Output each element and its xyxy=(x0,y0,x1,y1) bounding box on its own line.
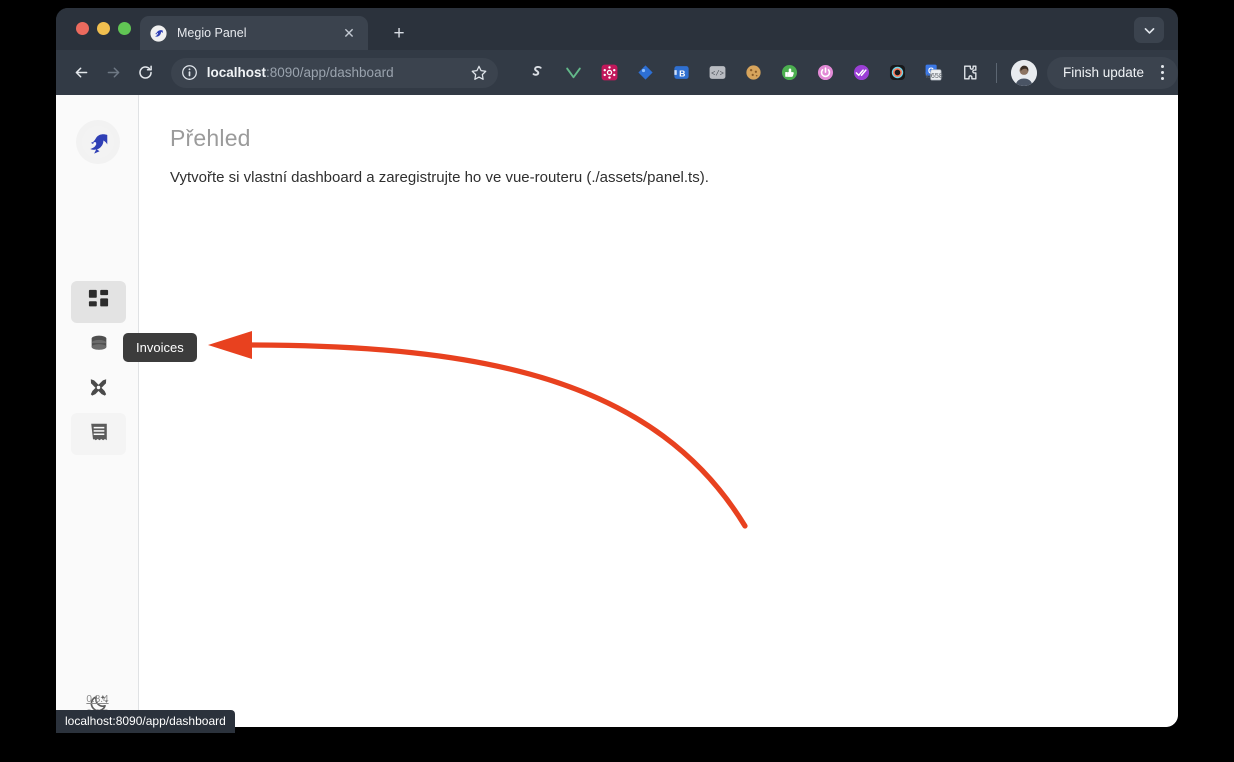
url-path: :8090/app/dashboard xyxy=(265,65,394,80)
cookie-editor-extension-icon[interactable] xyxy=(736,58,772,88)
sidebar-item-tools[interactable] xyxy=(71,369,126,411)
browser-toolbar: localhost:8090/app/dashboard B </> \u658… xyxy=(56,50,1178,95)
close-icon[interactable]: ✕ xyxy=(340,24,358,42)
database-stack-icon xyxy=(88,333,110,360)
google-translate-extension-icon[interactable]: G\u6587 xyxy=(916,58,952,88)
back-button[interactable] xyxy=(68,59,94,87)
toolbar-divider xyxy=(995,62,997,83)
tooltip-invoices: Invoices xyxy=(123,333,197,362)
invoice-list-icon xyxy=(88,421,110,448)
tag-assistant-extension-icon[interactable] xyxy=(628,58,664,88)
extensions-toolbar: B </> G\u6587 xyxy=(520,58,1005,88)
finish-update-button[interactable]: Finish update xyxy=(1046,56,1178,89)
status-bar-link-preview: localhost:8090/app/dashboard xyxy=(56,710,235,733)
window-traffic-lights xyxy=(76,22,131,35)
kebab-menu-icon[interactable] xyxy=(1152,65,1172,80)
browser-window: Megio Panel ✕ + localhost:8090/app/dashb… xyxy=(56,8,1178,727)
grammar-check-extension-icon[interactable] xyxy=(844,58,880,88)
page-subtitle: Vytvořte si vlastní dashboard a zaregist… xyxy=(170,169,709,186)
svg-text:</>: </> xyxy=(712,71,725,79)
sidebar-item-database[interactable] xyxy=(71,325,126,367)
avatar[interactable] xyxy=(1010,59,1037,86)
url-host: localhost xyxy=(206,65,266,80)
reload-button[interactable] xyxy=(132,59,158,87)
tab-strip: Megio Panel ✕ + xyxy=(56,8,1178,50)
vue-devtools-extension-icon[interactable] xyxy=(556,58,592,88)
forward-button[interactable] xyxy=(100,59,126,87)
main-content: Přehled Vytvořte si vlastní dashboard a … xyxy=(139,95,1178,727)
window-minimize-button[interactable] xyxy=(97,22,110,35)
megio-shark-logo[interactable] xyxy=(76,120,120,164)
bitwarden-extension-icon[interactable]: B xyxy=(664,58,700,88)
browser-tab-megio-panel[interactable]: Megio Panel ✕ xyxy=(140,16,368,50)
sidebar-item-dashboard[interactable] xyxy=(71,281,126,323)
page-title: Přehled xyxy=(170,125,251,151)
megio-shark-favicon xyxy=(150,24,167,42)
thumbs-up-extension-icon[interactable] xyxy=(772,58,808,88)
stylus-extension-icon[interactable] xyxy=(520,58,556,88)
svg-text:B: B xyxy=(680,68,686,78)
page-viewport: 0.8.4 0.8.8 Přehled Vytvořte si vlastní … xyxy=(56,95,1178,727)
code-inspector-extension-icon[interactable]: </> xyxy=(700,58,736,88)
sidebar-item-invoices[interactable] xyxy=(71,413,126,455)
extensions-puzzle-icon[interactable] xyxy=(952,58,988,88)
app-sidebar: 0.8.4 0.8.8 xyxy=(56,95,139,727)
grid-dashboard-icon xyxy=(87,288,110,316)
hammer-wrench-icon xyxy=(87,376,110,404)
power-toggle-extension-icon[interactable] xyxy=(808,58,844,88)
address-bar[interactable]: localhost:8090/app/dashboard xyxy=(170,57,498,88)
info-circle-icon[interactable] xyxy=(181,64,198,81)
browser-tab-title: Megio Panel xyxy=(177,26,247,40)
window-close-button[interactable] xyxy=(76,22,89,35)
finish-update-label: Finish update xyxy=(1062,65,1145,80)
chevron-down-icon[interactable] xyxy=(1134,17,1164,43)
svg-text:\u6587: \u6587 xyxy=(925,72,943,80)
address-bar-url: localhost:8090/app/dashboard xyxy=(207,65,464,80)
react-devtools-extension-icon[interactable] xyxy=(592,58,628,88)
window-zoom-button[interactable] xyxy=(118,22,131,35)
new-tab-button[interactable]: + xyxy=(386,20,412,46)
star-outline-icon[interactable] xyxy=(470,64,488,82)
camera-extension-icon[interactable] xyxy=(880,58,916,88)
version-current[interactable]: 0.8.4 xyxy=(56,693,139,707)
